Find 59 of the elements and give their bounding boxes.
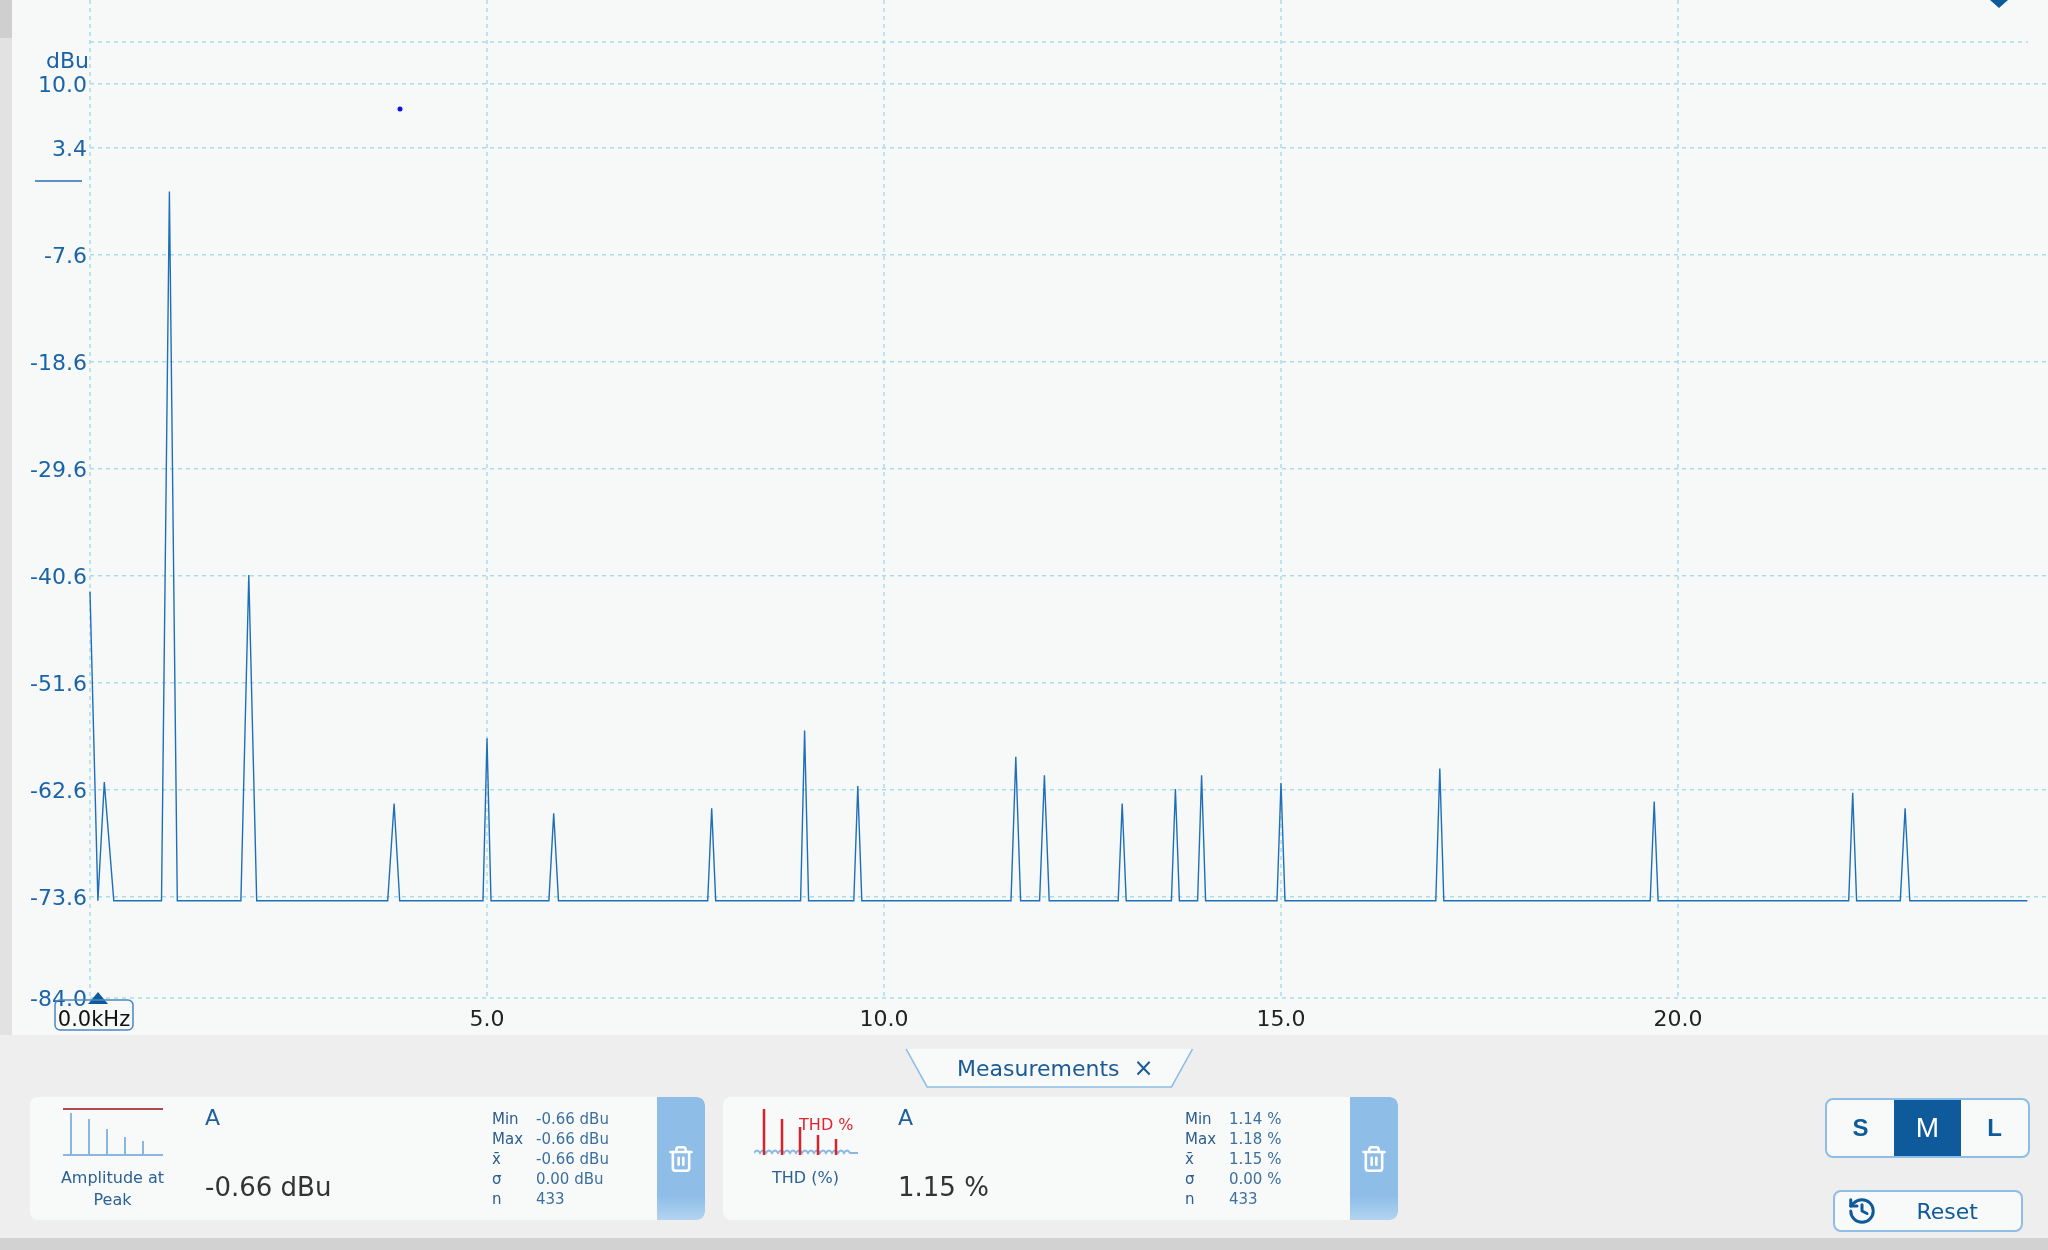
stat-label: n bbox=[1185, 1189, 1196, 1208]
measurements-tab[interactable]: Measurements × bbox=[905, 1048, 1194, 1088]
x-tick-label: 10.0 bbox=[859, 1006, 909, 1031]
stat-label: σ bbox=[1185, 1169, 1196, 1188]
stat-label: x̄ bbox=[492, 1149, 502, 1168]
stat-label: x̄ bbox=[1185, 1149, 1195, 1168]
measurement-value: -0.66 dBu bbox=[205, 1172, 333, 1202]
stat-label: Min bbox=[1185, 1109, 1213, 1128]
y-tick-label: -18.6 bbox=[30, 349, 87, 375]
peak-spectrum-icon bbox=[60, 1107, 165, 1159]
y-axis-unit: dBu bbox=[46, 48, 89, 73]
scrollbar[interactable] bbox=[0, 0, 12, 1035]
y-tick-label: -29.6 bbox=[30, 456, 87, 482]
size-option[interactable]: L bbox=[1961, 1100, 2028, 1156]
delete-button[interactable] bbox=[1350, 1097, 1398, 1220]
stat-label: Max bbox=[1185, 1129, 1217, 1148]
x-tick-label: 5.0 bbox=[469, 1006, 505, 1031]
stat-value: 1.14 % bbox=[1229, 1109, 1283, 1128]
stat-value: 433 bbox=[1229, 1189, 1259, 1208]
reference-level-marker[interactable] bbox=[34, 180, 83, 182]
channel-label: A bbox=[898, 1105, 915, 1130]
y-tick-label: 10.0 bbox=[38, 71, 87, 97]
stat-label: σ bbox=[492, 1169, 503, 1188]
cursor-handle-icon[interactable] bbox=[88, 992, 108, 1004]
y-tick-label: -62.6 bbox=[30, 777, 87, 803]
y-tick-label: -73.6 bbox=[30, 884, 87, 910]
y-tick-label: 3.4 bbox=[52, 135, 87, 161]
channel-label: A bbox=[205, 1105, 222, 1130]
stat-value: -0.66 dBu bbox=[536, 1149, 610, 1168]
measurement-value: 1.15 % bbox=[898, 1172, 990, 1202]
measurement-name: Amplitude at Peak bbox=[59, 1167, 166, 1211]
close-button[interactable]: × bbox=[1133, 1054, 1154, 1082]
stat-value: 0.00 dBu bbox=[536, 1169, 605, 1188]
x-tick-label: 20.0 bbox=[1653, 1006, 1703, 1031]
stat-label: Min bbox=[492, 1109, 520, 1128]
marker-dot bbox=[397, 106, 403, 112]
reset-button[interactable]: Reset bbox=[1832, 1190, 2023, 1232]
stat-value: -0.66 dBu bbox=[536, 1109, 610, 1128]
delete-button[interactable] bbox=[657, 1097, 705, 1220]
history-icon bbox=[1846, 1196, 1877, 1226]
stat-value: 433 bbox=[536, 1189, 566, 1208]
stat-label: Max bbox=[492, 1129, 524, 1148]
stat-value: -0.66 dBu bbox=[536, 1129, 610, 1148]
size-option[interactable]: M bbox=[1894, 1100, 1961, 1156]
top-marker-icon[interactable] bbox=[1990, 0, 2008, 8]
scrollbar-thumb[interactable] bbox=[0, 0, 12, 38]
stat-label: n bbox=[492, 1189, 503, 1208]
x-tick-label: 15.0 bbox=[1256, 1006, 1306, 1031]
icon-label: THD % bbox=[799, 1115, 854, 1134]
y-tick-label: -7.6 bbox=[44, 242, 87, 268]
trash-icon bbox=[667, 1144, 695, 1173]
stat-value: 1.15 % bbox=[1229, 1149, 1283, 1168]
trash-icon bbox=[1360, 1144, 1388, 1173]
measurement-name: THD (%) bbox=[771, 1167, 840, 1189]
stat-value: 0.00 % bbox=[1229, 1169, 1283, 1188]
y-tick-label: -51.6 bbox=[30, 670, 87, 696]
stat-value: 1.18 % bbox=[1229, 1129, 1283, 1148]
size-option[interactable]: S bbox=[1827, 1100, 1894, 1156]
y-tick-label: -40.6 bbox=[30, 563, 87, 589]
